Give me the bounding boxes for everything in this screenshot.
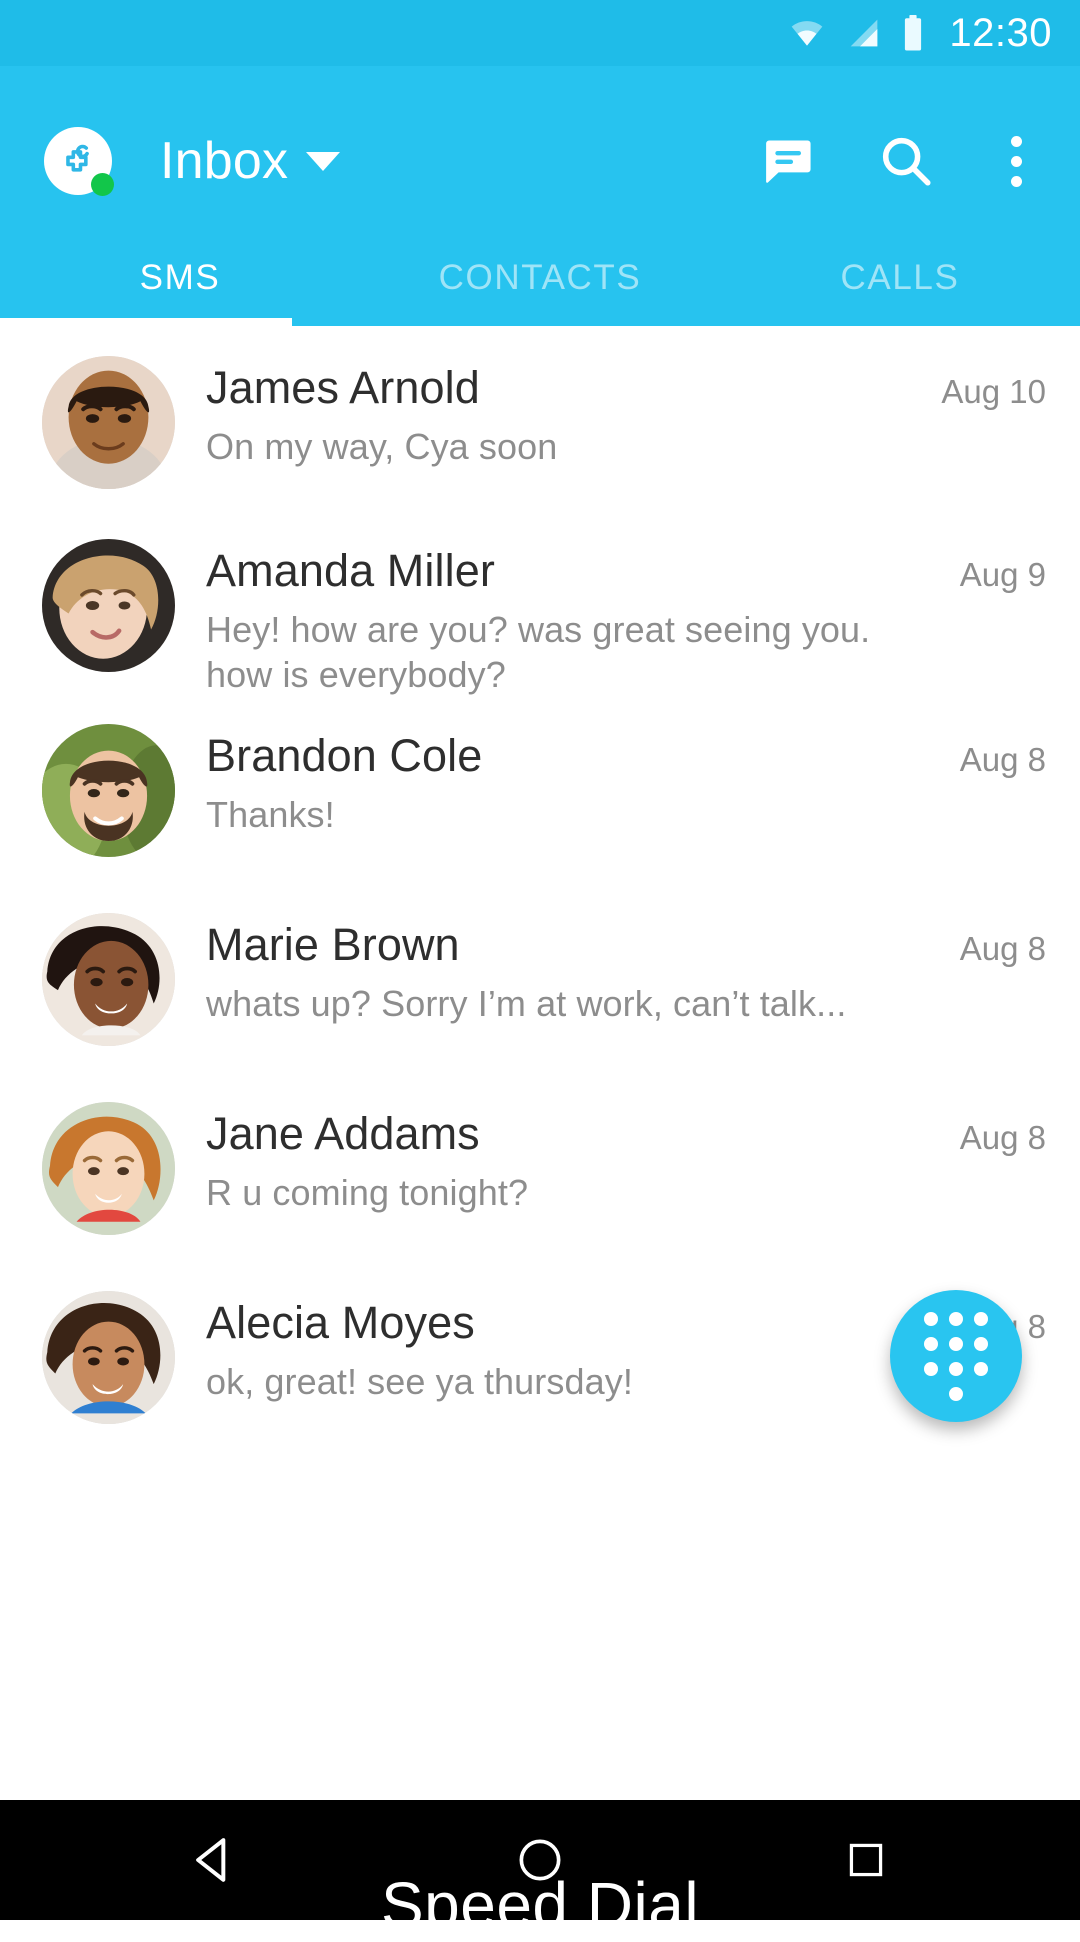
kebab-dot	[1011, 176, 1022, 187]
conversation-row[interactable]: Marie Brown Aug 8 whats up? Sorry I’m at…	[0, 857, 1080, 1046]
conversation-snippet: Hey! how are you? was great seeing you. …	[206, 607, 906, 698]
conversation-name: Alecia Moyes	[206, 1297, 475, 1349]
conversation-snippet: whats up? Sorry I’m at work, can’t talk.…	[206, 981, 1046, 1026]
page-title: Inbox	[160, 131, 288, 191]
nav-recents-button[interactable]	[818, 1812, 914, 1908]
app-bar-actions	[759, 130, 1050, 193]
conversation-date: Aug 8	[960, 1117, 1046, 1157]
conversation-snippet: R u coming tonight?	[206, 1170, 1046, 1215]
home-circle-icon	[514, 1834, 566, 1886]
new-message-button[interactable]	[759, 133, 815, 189]
wifi-icon	[787, 17, 827, 49]
conversation-name: Brandon Cole	[206, 730, 482, 782]
android-navigation-bar: Speed Dial	[0, 1800, 1080, 1920]
online-status-dot	[91, 173, 114, 196]
dialpad-dot	[924, 1337, 938, 1351]
tab-calls[interactable]: CALLS	[720, 256, 1080, 298]
avatar-brandon-cole	[42, 724, 175, 857]
dialpad-dot	[949, 1362, 963, 1376]
tab-sms[interactable]: SMS	[0, 256, 360, 298]
cellular-signal-icon	[845, 17, 883, 49]
conversation-date: Aug 9	[960, 554, 1046, 594]
tab-active-indicator	[0, 318, 292, 326]
dialpad-fab[interactable]	[890, 1290, 1022, 1422]
inbox-title-dropdown[interactable]: Inbox	[112, 131, 340, 191]
conversation-row[interactable]: Brandon Cole Aug 8 Thanks!	[0, 698, 1080, 857]
conversation-row[interactable]: James Arnold Aug 10 On my way, Cya soon	[0, 326, 1080, 489]
search-button[interactable]	[877, 132, 935, 190]
back-triangle-icon	[186, 1832, 242, 1888]
app-logo-icon[interactable]	[44, 127, 112, 195]
conversation-name: Marie Brown	[206, 919, 460, 971]
nav-back-button[interactable]	[166, 1812, 262, 1908]
search-icon	[877, 132, 935, 190]
conversation-date: Aug 8	[960, 739, 1046, 779]
battery-icon	[901, 15, 925, 51]
message-compose-icon	[759, 133, 815, 189]
conversation-name: Amanda Miller	[206, 545, 495, 597]
dialpad-dot	[974, 1337, 988, 1351]
tab-contacts[interactable]: CONTACTS	[360, 256, 720, 298]
dialpad-dot	[974, 1312, 988, 1326]
chevron-down-icon	[306, 152, 340, 171]
overflow-menu-button[interactable]	[997, 130, 1036, 193]
avatar-jane-addams	[42, 1102, 175, 1235]
dialpad-dot	[949, 1387, 963, 1401]
avatar-alecia-moyes	[42, 1291, 175, 1424]
conversation-list[interactable]: James Arnold Aug 10 On my way, Cya soon …	[0, 326, 1080, 1800]
dialpad-dot	[974, 1362, 988, 1376]
nav-home-button[interactable]	[492, 1812, 588, 1908]
dialpad-icon	[924, 1312, 988, 1401]
conversation-row[interactable]: Amanda Miller Aug 9 Hey! how are you? wa…	[0, 489, 1080, 698]
avatar-marie-brown	[42, 913, 175, 1046]
avatar-james-arnold	[42, 356, 175, 489]
dialpad-dot	[949, 1312, 963, 1326]
conversation-name: James Arnold	[206, 362, 480, 414]
conversation-snippet: Thanks!	[206, 792, 1046, 837]
kebab-dot	[1011, 136, 1022, 147]
conversation-date: Aug 10	[941, 371, 1046, 411]
conversation-snippet: On my way, Cya soon	[206, 424, 1046, 469]
conversation-row[interactable]: Jane Addams Aug 8 R u coming tonight?	[0, 1046, 1080, 1235]
status-bar: 12:30	[0, 0, 1080, 66]
dialpad-dot	[924, 1362, 938, 1376]
app-bar: Inbox	[0, 66, 1080, 256]
dialpad-dot	[949, 1337, 963, 1351]
avatar-amanda-miller	[42, 539, 175, 672]
tab-bar: SMS CONTACTS CALLS	[0, 256, 1080, 326]
dialpad-dot	[924, 1312, 938, 1326]
kebab-dot	[1011, 156, 1022, 167]
recents-square-icon	[843, 1837, 889, 1883]
conversation-date: Aug 8	[960, 928, 1046, 968]
status-time: 12:30	[949, 11, 1052, 56]
conversation-name: Jane Addams	[206, 1108, 480, 1160]
